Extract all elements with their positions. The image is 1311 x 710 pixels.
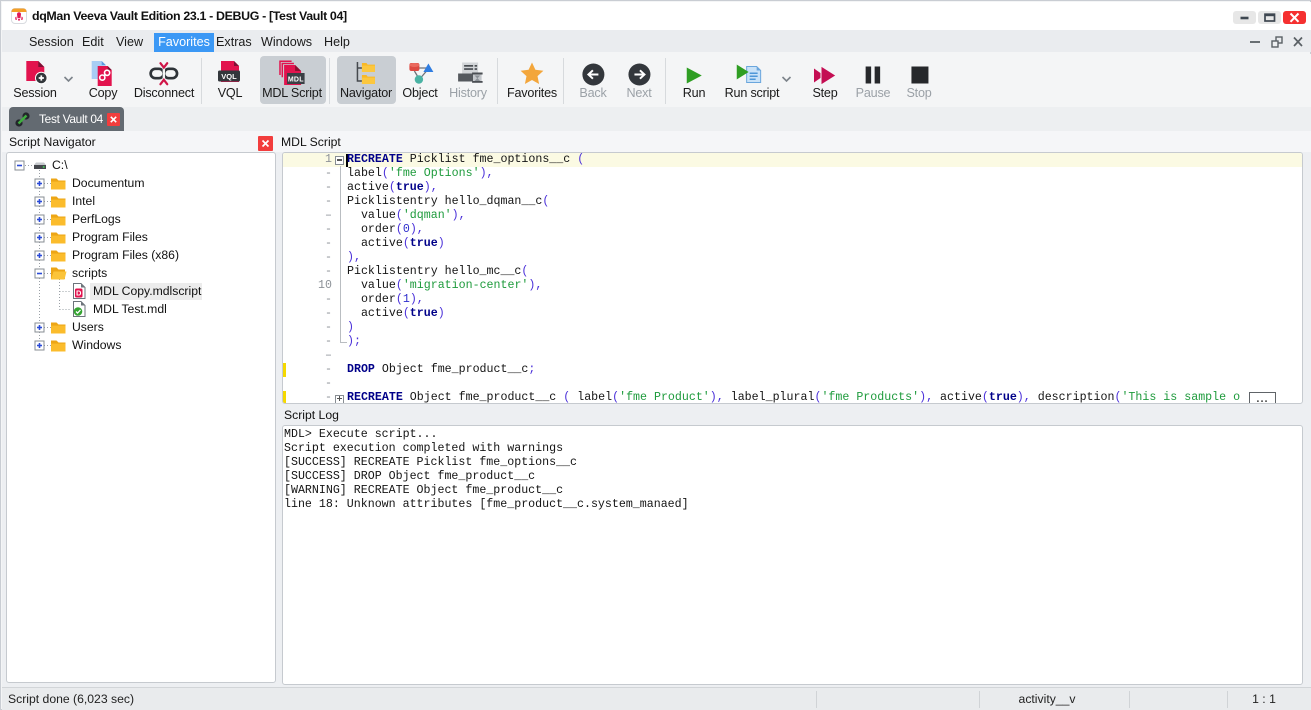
svg-text:VQL: VQL — [221, 72, 237, 81]
svg-text:MDL: MDL — [288, 76, 304, 83]
svg-text:D: D — [76, 289, 82, 298]
